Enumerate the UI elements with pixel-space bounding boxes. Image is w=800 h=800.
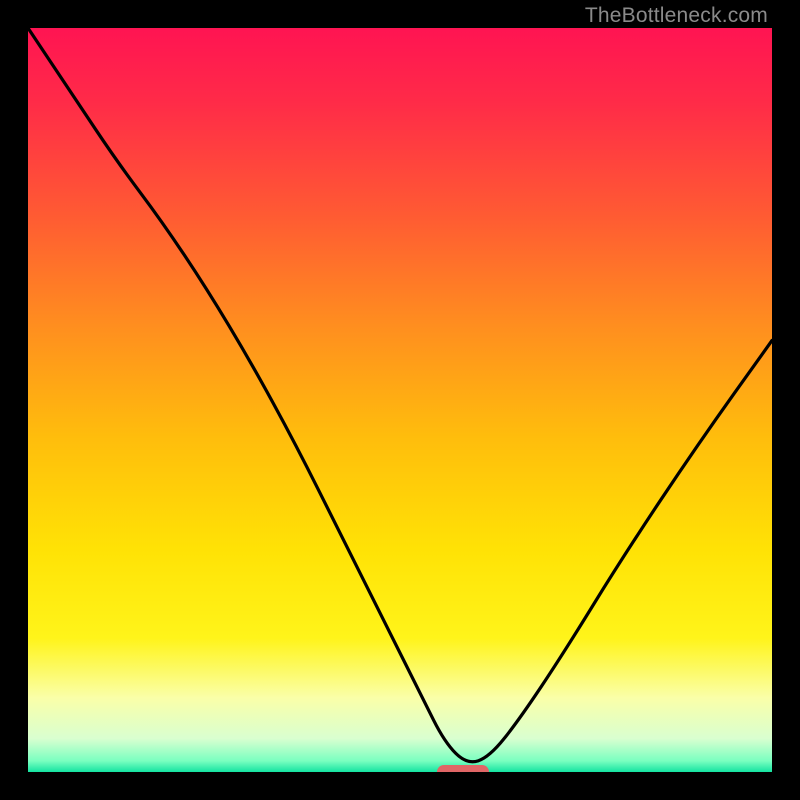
plot-area bbox=[28, 28, 772, 772]
bottleneck-curve bbox=[28, 28, 772, 772]
chart-frame: TheBottleneck.com bbox=[0, 0, 800, 800]
watermark-text: TheBottleneck.com bbox=[585, 4, 768, 28]
optimal-marker bbox=[437, 765, 489, 772]
